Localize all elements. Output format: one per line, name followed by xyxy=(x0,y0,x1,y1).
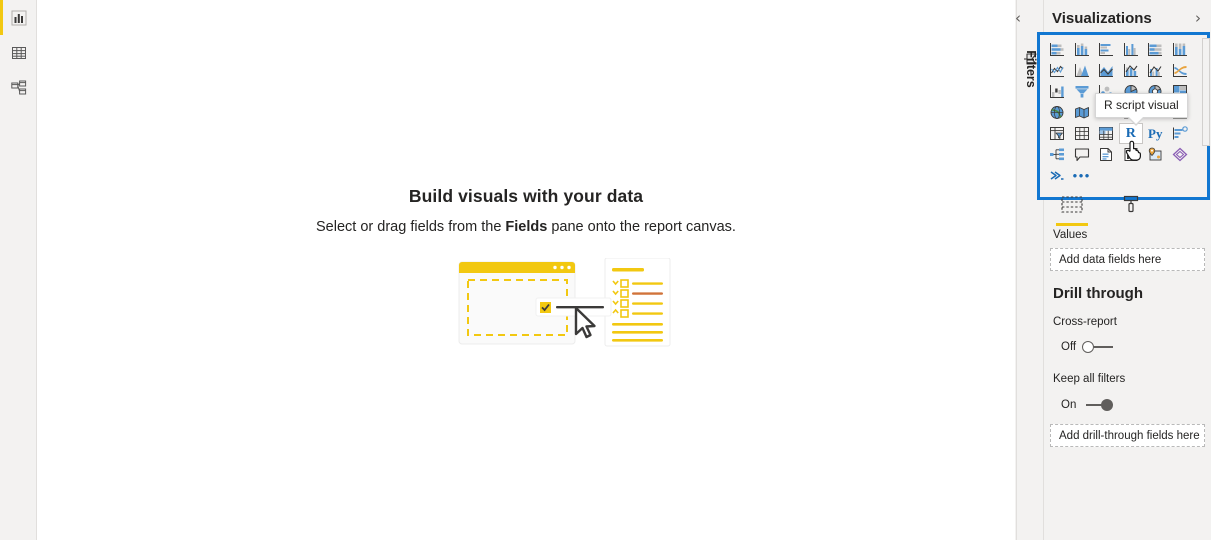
cross-report-label: Cross-report xyxy=(1053,316,1117,328)
power-bi-report-window: Build visuals with your data Select or d… xyxy=(0,0,1211,540)
clustered-bar-chart-icon[interactable] xyxy=(1094,39,1119,60)
visualizations-pane-tabs xyxy=(1054,192,1150,226)
collapse-pane-chevron-left-icon[interactable]: ‹ xyxy=(1015,9,1021,27)
visualizations-pane-title: Visualizations xyxy=(1052,9,1152,27)
keep-all-filters-switch[interactable] xyxy=(1082,399,1116,411)
waterfall-chart-icon[interactable] xyxy=(1045,81,1070,102)
line-chart-icon[interactable] xyxy=(1045,60,1070,81)
cross-report-toggle[interactable]: Off xyxy=(1061,341,1116,353)
decomposition-tree-icon[interactable] xyxy=(1045,144,1070,165)
kpi-icon[interactable] xyxy=(1070,123,1095,144)
values-section-label: Values xyxy=(1053,229,1088,241)
multi-row-card-icon[interactable] xyxy=(1045,123,1070,144)
page-title: Build visuals with your data xyxy=(408,186,644,206)
subtitle-part-2: pane onto the report canvas. xyxy=(547,219,736,235)
canvas-empty-state: Build visuals with your data Select or d… xyxy=(37,186,1015,235)
get-more-visuals-icon[interactable]: ••• xyxy=(1070,165,1095,186)
values-dropzone[interactable]: Add data fields here xyxy=(1050,248,1205,271)
switch-knob xyxy=(1101,399,1114,411)
table-icon xyxy=(11,45,27,61)
ribbon-chart-icon[interactable] xyxy=(1168,60,1193,81)
100-percent-stacked-bar-chart-icon[interactable] xyxy=(1143,39,1168,60)
pointing-hand-cursor xyxy=(1125,140,1142,166)
python-visual-icon[interactable]: Py xyxy=(1143,123,1168,144)
filled-map-icon[interactable] xyxy=(1070,102,1095,123)
fields-grid-icon xyxy=(1061,196,1083,218)
bar-chart-icon xyxy=(11,10,27,26)
q-and-a-icon[interactable] xyxy=(1070,144,1095,165)
empty-state-subtitle: Select or drag fields from the Fields pa… xyxy=(37,219,1015,235)
subtitle-bold-fields: Fields xyxy=(505,219,548,235)
sidebar-item-model-view[interactable] xyxy=(0,70,37,105)
model-relationships-icon xyxy=(10,80,27,96)
power-automate-icon[interactable] xyxy=(1045,165,1070,186)
tab-format[interactable] xyxy=(1114,192,1150,222)
visualizations-pane-scrollbar[interactable] xyxy=(1202,38,1210,146)
line-and-stacked-column-chart-icon[interactable] xyxy=(1119,60,1144,81)
drag-fields-illustration xyxy=(457,257,673,348)
view-switcher-rail xyxy=(0,0,37,540)
switch-knob xyxy=(1082,341,1095,353)
visualizations-pane: ‹ Visualizations › R Py ••• Values Add d… xyxy=(1015,0,1211,540)
subtitle-part-1: Select or drag fields from the xyxy=(316,219,506,235)
sidebar-item-data-view[interactable] xyxy=(0,35,37,70)
smart-narrative-icon[interactable] xyxy=(1094,144,1119,165)
sidebar-item-report-view[interactable] xyxy=(0,0,37,35)
filters-pane-label: Filters xyxy=(1024,50,1038,88)
100-percent-stacked-column-chart-icon[interactable] xyxy=(1168,39,1193,60)
stacked-bar-chart-icon[interactable] xyxy=(1045,39,1070,60)
cross-report-state: Off xyxy=(1061,341,1077,353)
r-script-visual-tooltip: R script visual xyxy=(1095,93,1188,126)
cross-report-switch[interactable] xyxy=(1082,341,1116,353)
line-and-clustered-column-chart-icon[interactable] xyxy=(1143,60,1168,81)
keep-all-filters-label: Keep all filters xyxy=(1053,373,1126,385)
paint-roller-icon xyxy=(1122,195,1142,219)
clustered-column-chart-icon[interactable] xyxy=(1119,39,1144,60)
tab-fields[interactable] xyxy=(1054,192,1090,226)
stacked-column-chart-icon[interactable] xyxy=(1070,39,1095,60)
expand-pane-chevron-right-icon[interactable]: › xyxy=(1195,9,1201,27)
python-script-glyph: Py xyxy=(1148,125,1163,141)
visualizations-pane-header: ‹ Visualizations › xyxy=(1015,0,1211,36)
arcgis-map-icon[interactable] xyxy=(1143,144,1168,165)
slicer-icon[interactable] xyxy=(1094,123,1119,144)
keep-all-filters-state: On xyxy=(1061,399,1077,411)
drill-through-heading: Drill through xyxy=(1053,285,1143,302)
key-influencers-icon[interactable] xyxy=(1168,123,1193,144)
keep-all-filters-toggle[interactable]: On xyxy=(1061,399,1116,411)
report-canvas[interactable]: Build visuals with your data Select or d… xyxy=(37,0,1015,540)
funnel-icon[interactable] xyxy=(1070,81,1095,102)
drill-through-dropzone[interactable]: Add drill-through fields here xyxy=(1050,424,1205,447)
area-chart-icon[interactable] xyxy=(1070,60,1095,81)
stacked-area-chart-icon[interactable] xyxy=(1094,60,1119,81)
switch-track xyxy=(1094,346,1114,348)
map-icon[interactable] xyxy=(1045,102,1070,123)
power-apps-icon[interactable] xyxy=(1168,144,1193,165)
ellipsis-glyph: ••• xyxy=(1072,168,1091,183)
